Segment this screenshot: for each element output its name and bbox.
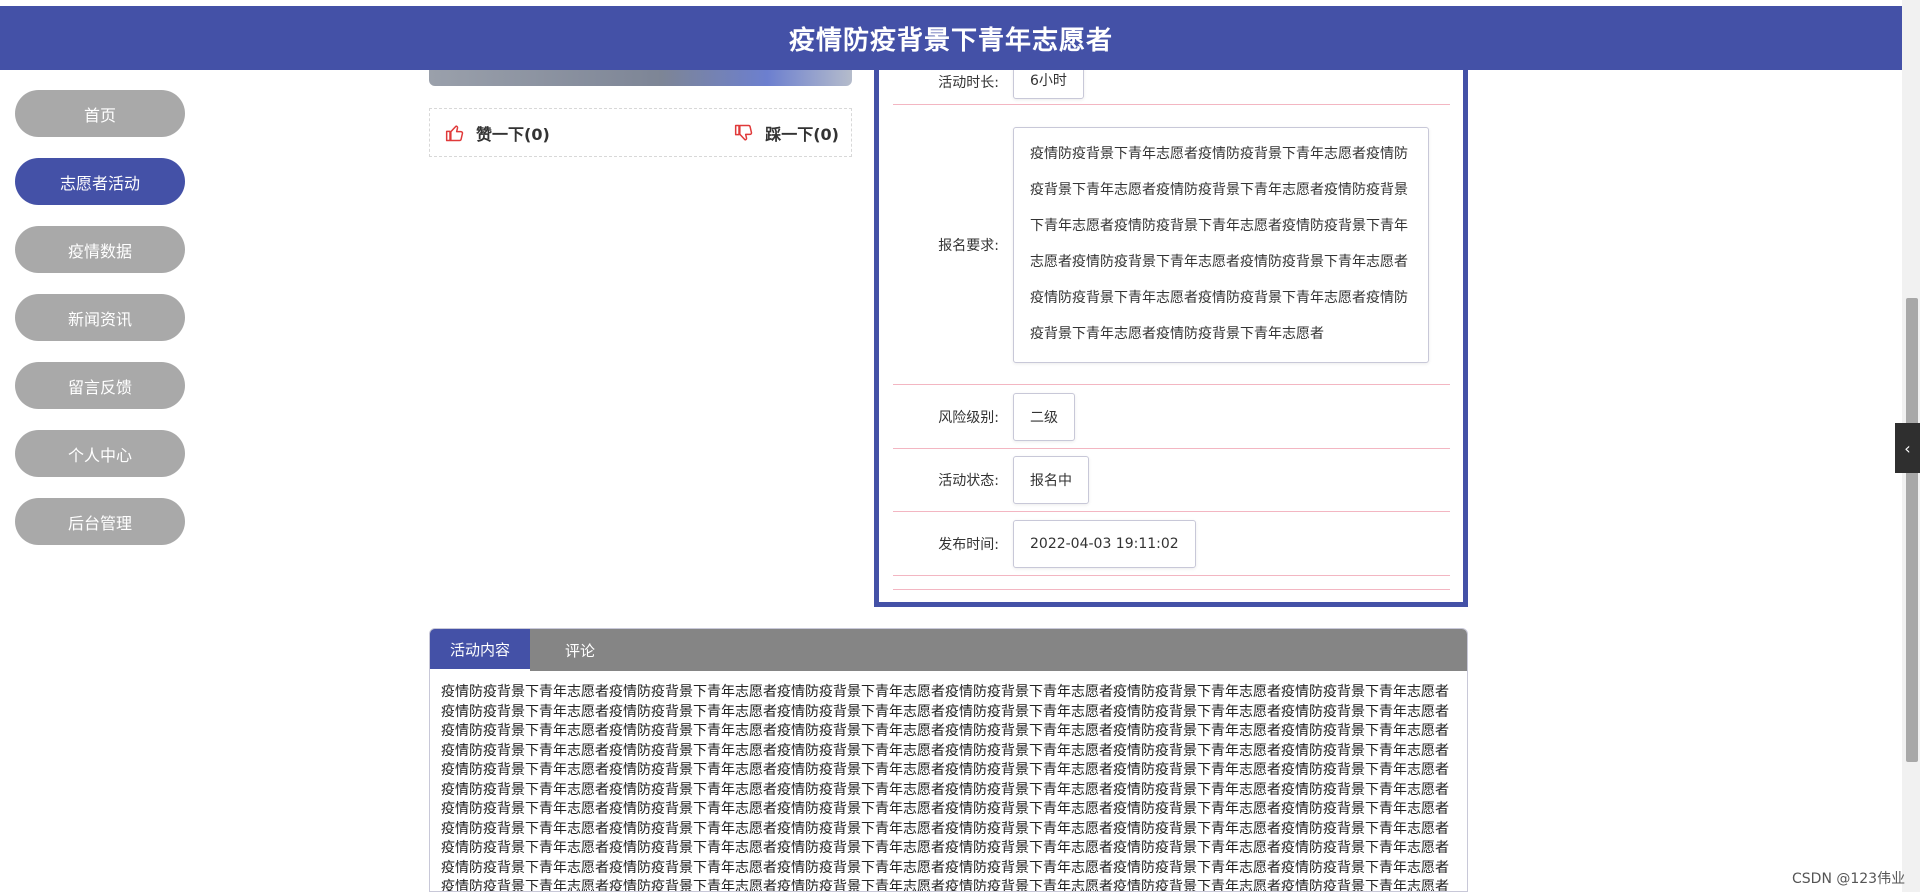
thumbs-up-icon [444,122,466,144]
detail-divider [893,576,1450,590]
status-label: 活动状态: [938,473,999,489]
tab-bar: 活动内容 评论 [430,629,1467,671]
like-label: 赞一下(0) [476,124,550,144]
nav-item-home[interactable]: 首页 [15,90,185,137]
side-panel-toggle[interactable]: ‹ [1895,423,1920,473]
activity-content-text: 疫情防疫背景下青年志愿者疫情防疫背景下青年志愿者疫情防疫背景下青年志愿者疫情防疫… [441,684,1449,892]
row-duration: 活动时长: 6小时 [893,70,1450,105]
dislike-button[interactable]: 踩一下(0) [733,121,839,145]
activity-image [429,70,852,86]
nav-item-feedback[interactable]: 留言反馈 [15,362,185,409]
nav-item-personal-center[interactable]: 个人中心 [15,430,185,477]
risk-value: 二级 [1013,392,1075,441]
publish-label: 发布时间: [938,536,999,553]
site-title: 疫情防疫背景下青年志愿者 [788,25,1113,56]
chevron-left-icon: ‹ [1904,438,1911,458]
status-value: 报名中 [1013,456,1089,504]
thumbs-down-icon [733,122,755,144]
row-requirement: 报名要求: 疫情防疫背景下青年志愿者疫情防疫背景下青年志愿者疫情防疫背景下青年志… [893,105,1450,385]
nav-item-volunteer-activities[interactable]: 志愿者活动 [15,158,185,205]
watermark: CSDN @123伟业 [1792,871,1906,887]
like-button[interactable]: 赞一下(0) [444,121,550,145]
publish-value: 2022-04-03 19:11:02 [1013,519,1196,568]
requirement-label: 报名要求: [938,237,999,254]
requirement-value: 疫情防疫背景下青年志愿者疫情防疫背景下青年志愿者疫情防疫背景下青年志愿者疫情防疫… [1013,126,1429,363]
nav-item-epidemic-data[interactable]: 疫情数据 [15,226,185,273]
main-nav: 首页 志愿者活动 疫情数据 新闻资讯 留言反馈 个人中心 后台管理 [15,90,185,566]
duration-label: 活动时长: [938,75,999,91]
activity-tabs: 活动内容 评论 疫情防疫背景下青年志愿者疫情防疫背景下青年志愿者疫情防疫背景下青… [429,628,1468,892]
vote-box: 赞一下(0) 踩一下(0) [429,108,852,157]
duration-value: 6小时 [1013,70,1084,99]
nav-item-admin[interactable]: 后台管理 [15,498,185,545]
row-publish-time: 发布时间: 2022-04-03 19:11:02 [893,512,1450,576]
tab-activity-content[interactable]: 活动内容 [430,629,531,671]
page-scrollbar-thumb[interactable] [1906,298,1918,762]
tab-comments[interactable]: 评论 [530,629,630,671]
dislike-label: 踩一下(0) [765,124,839,144]
row-status: 活动状态: 报名中 [893,449,1450,512]
row-risk: 风险级别: 二级 [893,385,1450,449]
nav-item-news[interactable]: 新闻资讯 [15,294,185,341]
risk-label: 风险级别: [938,409,999,426]
activity-detail-panel: 活动时长: 6小时 报名要求: 疫情防疫背景下青年志愿者疫情防疫背景下青年志愿者… [874,70,1468,607]
site-header: 疫情防疫背景下青年志愿者 [0,6,1902,70]
